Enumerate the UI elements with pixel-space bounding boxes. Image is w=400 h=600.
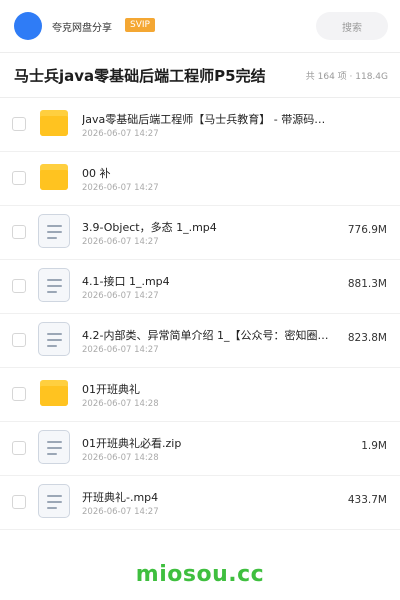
file-name[interactable]: 01开班典礼必看.zip — [82, 435, 332, 451]
row-checkbox[interactable] — [12, 279, 26, 293]
file-row[interactable]: 4.2-内部类、异常简单介绍 1_【公众号：密知圈】.mp4 2026-06-07… — [0, 314, 400, 368]
file-row[interactable]: 01开班典礼必看.zip 2026-06-07 14:28 1.9M — [0, 422, 400, 476]
file-name[interactable]: 3.9-Object，多态 1_.mp4 — [82, 219, 332, 235]
file-size: 776.9M — [347, 224, 387, 236]
folder-row[interactable]: 01开班典礼 2026-06-07 14:28 — [0, 368, 400, 422]
file-name[interactable]: 01开班典礼 — [82, 381, 332, 397]
file-time: 2026-06-07 14:27 — [82, 291, 159, 301]
document-icon — [38, 268, 70, 302]
file-time: 2026-06-07 14:27 — [82, 237, 159, 247]
share-header: 马士兵java零基础后端工程师P5完结 共 164 项 · 118.4G — [0, 53, 400, 97]
document-icon — [38, 214, 70, 248]
file-time: 2026-06-07 14:27 — [82, 129, 159, 139]
row-checkbox[interactable] — [12, 495, 26, 509]
sharer-name: 夸克网盘分享 — [52, 23, 112, 34]
top-bar: 夸克网盘分享 SVIP 搜索 — [0, 0, 400, 52]
document-icon — [38, 484, 70, 518]
file-row[interactable]: 开班典礼-.mp4 2026-06-07 14:27 433.7M — [0, 476, 400, 530]
file-name[interactable]: Java零基础后端工程师【马士兵教育】 - 带源码课件 — [82, 111, 332, 127]
file-time: 2026-06-07 14:27 — [82, 345, 159, 355]
file-time: 2026-06-07 14:28 — [82, 453, 159, 463]
folder-icon — [40, 110, 68, 136]
folder-icon — [40, 164, 68, 190]
folder-row[interactable]: 00 补 2026-06-07 14:27 — [0, 152, 400, 206]
file-size: 1.9M — [361, 440, 387, 452]
file-time: 2026-06-07 14:27 — [82, 183, 159, 193]
file-time: 2026-06-07 14:28 — [82, 399, 159, 409]
row-checkbox[interactable] — [12, 441, 26, 455]
file-name[interactable]: 4.1-接口 1_.mp4 — [82, 273, 332, 289]
search-button[interactable]: 搜索 — [316, 12, 388, 40]
watermark: miosou.cc — [135, 562, 265, 587]
file-row[interactable]: 3.9-Object，多态 1_.mp4 2026-06-07 14:27 776.… — [0, 206, 400, 260]
share-meta: 共 164 项 · 118.4G — [305, 72, 388, 82]
folder-row[interactable]: Java零基础后端工程师【马士兵教育】 - 带源码课件 2026-06-07 14… — [0, 98, 400, 152]
file-name[interactable]: 00 补 — [82, 165, 332, 181]
document-icon — [38, 322, 70, 356]
file-size: 823.8M — [347, 332, 387, 344]
file-list: Java零基础后端工程师【马士兵教育】 - 带源码课件 2026-06-07 14… — [0, 98, 400, 530]
svip-badge: SVIP — [125, 18, 155, 32]
row-checkbox[interactable] — [12, 117, 26, 131]
avatar[interactable] — [14, 12, 42, 40]
share-title: 马士兵java零基础后端工程师P5完结 — [14, 67, 266, 85]
row-checkbox[interactable] — [12, 387, 26, 401]
row-checkbox[interactable] — [12, 333, 26, 347]
file-name[interactable]: 开班典礼-.mp4 — [82, 489, 332, 505]
folder-icon — [40, 380, 68, 406]
file-time: 2026-06-07 14:27 — [82, 507, 159, 517]
file-name[interactable]: 4.2-内部类、异常简单介绍 1_【公众号：密知圈】.mp4 — [82, 327, 332, 343]
row-checkbox[interactable] — [12, 225, 26, 239]
document-icon — [38, 430, 70, 464]
file-row[interactable]: 4.1-接口 1_.mp4 2026-06-07 14:27 881.3M — [0, 260, 400, 314]
row-checkbox[interactable] — [12, 171, 26, 185]
file-size: 433.7M — [347, 494, 387, 506]
file-size: 881.3M — [347, 278, 387, 290]
search-label: 搜索 — [342, 22, 362, 34]
